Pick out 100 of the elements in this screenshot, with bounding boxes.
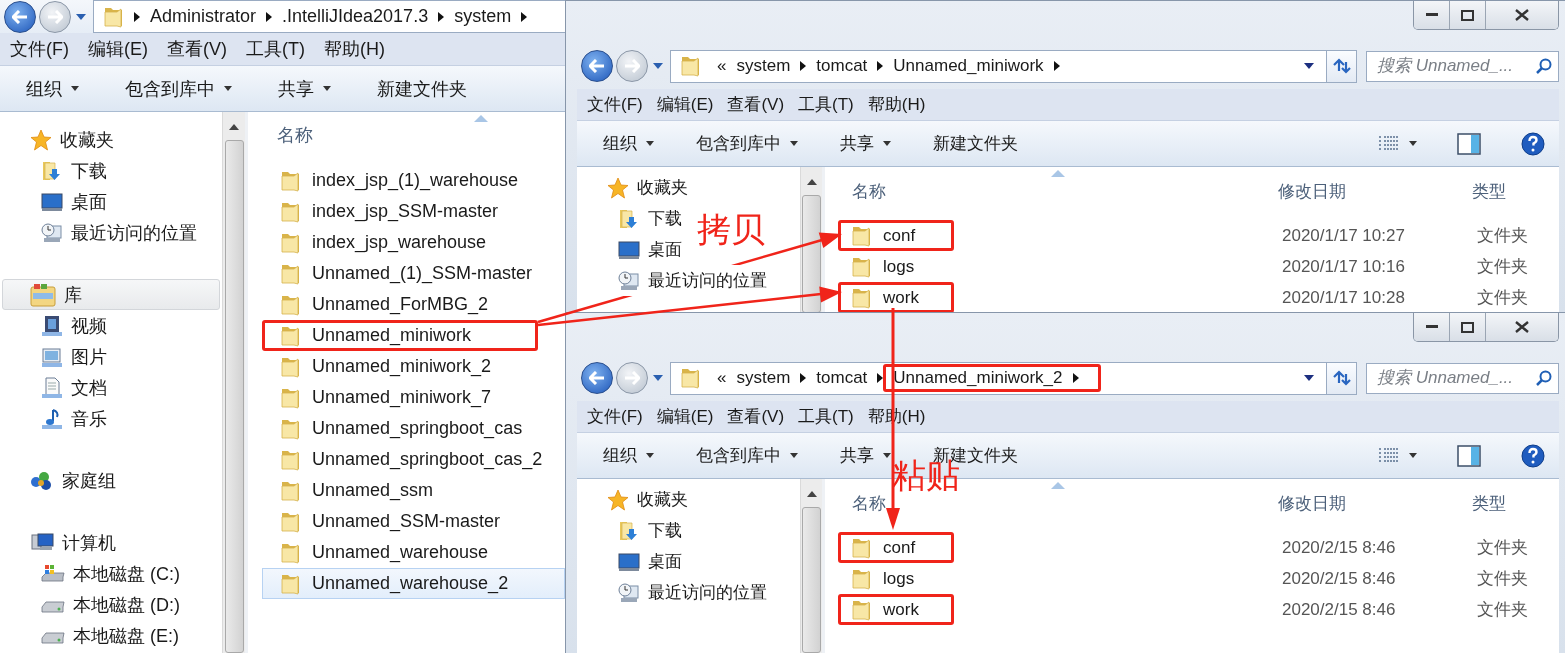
back-button[interactable] [4, 0, 36, 33]
address-bar[interactable]: « system tomcat Unnamed_miniwork_2 [670, 361, 1357, 395]
maximize-button[interactable] [1450, 313, 1486, 341]
toolbar-button[interactable]: 包含到库中 [684, 439, 810, 472]
breadcrumb-item[interactable]: system [736, 56, 791, 76]
file-row[interactable]: Unnamed_springboot_cas_2 [262, 444, 565, 475]
file-row[interactable]: index_jsp_warehouse [262, 227, 565, 258]
address-bar[interactable]: « system tomcat Unnamed_miniwork [670, 49, 1357, 83]
breadcrumb-item[interactable]: tomcat [816, 368, 868, 388]
toolbar-button[interactable]: 组织 [591, 439, 666, 472]
menu-item[interactable]: 查看(V) [727, 93, 785, 116]
toolbar-button[interactable]: 新建文件夹 [921, 127, 1030, 160]
nav-item[interactable]: 桌面 [2, 186, 108, 217]
nav-item[interactable]: 库 [2, 279, 220, 310]
toolbar-button[interactable]: 包含到库中 [113, 72, 244, 105]
file-row[interactable]: Unnamed_warehouse [262, 537, 565, 568]
file-row[interactable]: work 2020/2/15 8:46 文件夹 [838, 594, 1559, 625]
menu-item[interactable]: 查看(V) [167, 37, 227, 61]
menu-item[interactable]: 编辑(E) [656, 93, 714, 116]
file-row[interactable]: Unnamed_miniwork_2 [262, 351, 565, 382]
nav-item[interactable]: 图片 [2, 341, 108, 372]
folder-icon [852, 567, 872, 590]
refresh-button[interactable] [1326, 50, 1356, 82]
breadcrumb-item[interactable]: Unnamed_miniwork_2 [883, 364, 1102, 392]
caret-icon [646, 453, 654, 458]
back-button[interactable] [581, 362, 613, 394]
nav-item[interactable]: 收藏夹 [2, 124, 115, 155]
toolbar-button[interactable]: 共享 [828, 127, 903, 160]
menu-item[interactable]: 编辑(E) [88, 37, 148, 61]
close-button[interactable] [1486, 1, 1558, 29]
breadcrumb-item[interactable]: tomcat [816, 56, 868, 76]
file-row[interactable]: logs 2020/2/15 8:46 文件夹 [838, 563, 1559, 594]
toolbar-button[interactable]: 组织 [14, 72, 91, 105]
nav-item[interactable]: 文档 [2, 372, 108, 403]
file-row[interactable]: conf 2020/1/17 10:27 文件夹 [838, 220, 1559, 251]
column-header[interactable]: 修改日期 [1278, 179, 1472, 203]
toolbar-button[interactable]: 新建文件夹 [365, 72, 479, 105]
file-row[interactable]: conf 2020/2/15 8:46 文件夹 [838, 532, 1559, 563]
file-row[interactable]: logs 2020/1/17 10:16 文件夹 [838, 251, 1559, 282]
nav-item[interactable]: 最近访问的位置 [2, 217, 198, 248]
homegroup-icon [30, 469, 54, 492]
refresh-button[interactable] [1326, 362, 1356, 394]
file-row[interactable]: Unnamed_warehouse_2 [262, 568, 565, 599]
search-field[interactable]: 搜索 Unnamed_... [1366, 50, 1559, 82]
column-header[interactable]: 名称 [852, 491, 1278, 515]
close-button[interactable] [1486, 313, 1558, 341]
back-button[interactable] [581, 50, 613, 82]
scrollbar-thumb[interactable] [802, 195, 821, 312]
toolbar-button[interactable]: 共享 [266, 72, 343, 105]
maximize-button[interactable] [1450, 1, 1486, 29]
address-bar[interactable]: Administrator .IntelliJIdea2017.3 system [93, 0, 565, 33]
column-header[interactable]: 类型 [1472, 491, 1506, 515]
nav-item[interactable]: 下载 [2, 155, 108, 186]
file-row[interactable]: Unnamed_miniwork [262, 320, 565, 351]
minimize-button[interactable] [1414, 313, 1450, 341]
column-header[interactable]: 修改日期 [1278, 491, 1472, 515]
file-row[interactable]: index_jsp_SSM-master [262, 196, 565, 227]
file-row[interactable]: Unnamed_miniwork_7 [262, 382, 565, 413]
nav-item[interactable]: 音乐 [2, 403, 108, 434]
breadcrumb-item[interactable]: system [736, 368, 791, 388]
menu-item[interactable]: 文件(F) [587, 405, 643, 428]
nav-item[interactable]: 视频 [2, 310, 108, 341]
file-row[interactable]: index_jsp_(1)_warehouse [262, 165, 565, 196]
search-field[interactable]: 搜索 Unnamed_... [1366, 362, 1559, 394]
file-row[interactable]: Unnamed_ForMBG_2 [262, 289, 565, 320]
nav-item[interactable]: 家庭组 [2, 465, 117, 496]
menu-item[interactable]: 文件(F) [587, 93, 643, 116]
file-row[interactable]: Unnamed_(1)_SSM-master [262, 258, 565, 289]
nav-item[interactable]: 计算机 [2, 527, 117, 558]
list-view-icon [1378, 446, 1400, 465]
menu-item[interactable]: 帮助(H) [867, 93, 926, 116]
breadcrumb-item[interactable]: system [454, 6, 512, 27]
menu-item[interactable]: 工具(T) [798, 93, 854, 116]
file-row[interactable]: Unnamed_SSM-master [262, 506, 565, 537]
breadcrumb-item[interactable]: .IntelliJIdea2017.3 [282, 6, 429, 27]
menu-item[interactable]: 文件(F) [10, 37, 69, 61]
scrollbar-thumb[interactable] [802, 507, 821, 653]
file-row[interactable]: Unnamed_ssm [262, 475, 565, 506]
breadcrumb-item[interactable]: Unnamed_miniwork [893, 56, 1044, 76]
menu-item[interactable]: 工具(T) [798, 405, 854, 428]
overflow-chevron[interactable]: « [717, 368, 727, 388]
nav-item[interactable]: 本地磁盘 (D:) [2, 589, 181, 620]
column-header[interactable]: 名称 [277, 122, 565, 147]
nav-item[interactable]: 本地磁盘 (E:) [2, 620, 180, 651]
file-row[interactable]: Unnamed_springboot_cas [262, 413, 565, 444]
scrollbar-thumb[interactable] [224, 140, 244, 653]
overflow-chevron[interactable]: « [717, 56, 727, 76]
menu-item[interactable]: 工具(T) [246, 37, 305, 61]
breadcrumb-item[interactable]: Administrator [150, 6, 257, 27]
column-header[interactable]: 类型 [1472, 179, 1506, 203]
menu-item[interactable]: 帮助(H) [323, 37, 385, 61]
minimize-button[interactable] [1414, 1, 1450, 29]
folder-icon [281, 386, 301, 409]
nav-item[interactable]: 本地磁盘 (C:) [2, 558, 181, 589]
toolbar-button[interactable]: 组织 [591, 127, 666, 160]
menu-item[interactable]: 查看(V) [727, 405, 785, 428]
toolbar-button[interactable]: 包含到库中 [684, 127, 810, 160]
column-header[interactable]: 名称 [852, 179, 1278, 203]
type-cell-text: 文件夹 [1477, 256, 1528, 278]
menu-item[interactable]: 编辑(E) [656, 405, 714, 428]
